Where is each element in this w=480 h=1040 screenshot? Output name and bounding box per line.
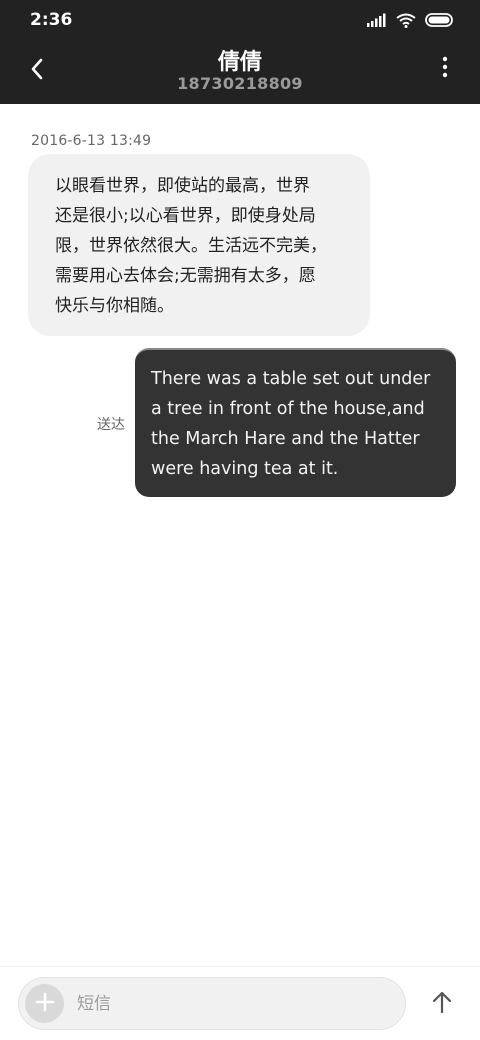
messaging-screen: 2:36 倩倩 18730218809 2016-6-13 13:49 以眼看世… bbox=[0, 0, 480, 1040]
status-icons bbox=[367, 10, 454, 30]
wifi-icon bbox=[396, 13, 416, 28]
app-header: 2:36 倩倩 18730218809 bbox=[0, 0, 480, 104]
composer-divider bbox=[0, 966, 480, 967]
message-timestamp: 2016-6-13 13:49 bbox=[31, 133, 152, 149]
incoming-message-line: 需要用心去体会;无需拥有太多，愿 bbox=[55, 266, 316, 286]
contact-name: 倩倩 bbox=[217, 50, 262, 75]
more-vertical-icon bbox=[442, 56, 448, 82]
incoming-message-line: 快乐与你相随。 bbox=[55, 296, 174, 316]
attach-button[interactable] bbox=[25, 984, 64, 1023]
incoming-message-line: 还是很小;以心看世界，即使身处局 bbox=[55, 206, 316, 226]
send-arrow-up-icon bbox=[431, 990, 453, 1018]
message-input[interactable] bbox=[77, 978, 387, 1029]
status-time: 2:36 bbox=[30, 10, 73, 30]
incoming-message-line: 限，世界依然很大。生活远不完美， bbox=[55, 236, 327, 256]
outgoing-message-line: There was a table set out under bbox=[151, 369, 431, 389]
more-options-button[interactable] bbox=[432, 54, 458, 84]
outgoing-message-bubble[interactable]: There was a table set out under a tree i… bbox=[135, 348, 456, 497]
delivery-status: 送达 bbox=[97, 417, 125, 433]
signal-icon bbox=[367, 13, 387, 27]
incoming-message-bubble[interactable]: 以眼看世界，即使站的最高，世界 还是很小;以心看世界，即使身处局 限，世界依然很… bbox=[28, 154, 370, 336]
outgoing-message-line: were having tea at it. bbox=[151, 459, 339, 479]
incoming-message-line: 以眼看世界，即使站的最高，世界 bbox=[55, 176, 310, 196]
composer-field bbox=[18, 977, 406, 1030]
plus-icon bbox=[35, 992, 55, 1016]
outgoing-message-line: the March Hare and the Hatter bbox=[151, 429, 420, 449]
send-button[interactable] bbox=[424, 985, 460, 1023]
outgoing-message-line: a tree in front of the house,and bbox=[151, 399, 425, 419]
contact-number: 18730218809 bbox=[177, 74, 303, 93]
battery-icon bbox=[425, 13, 454, 27]
